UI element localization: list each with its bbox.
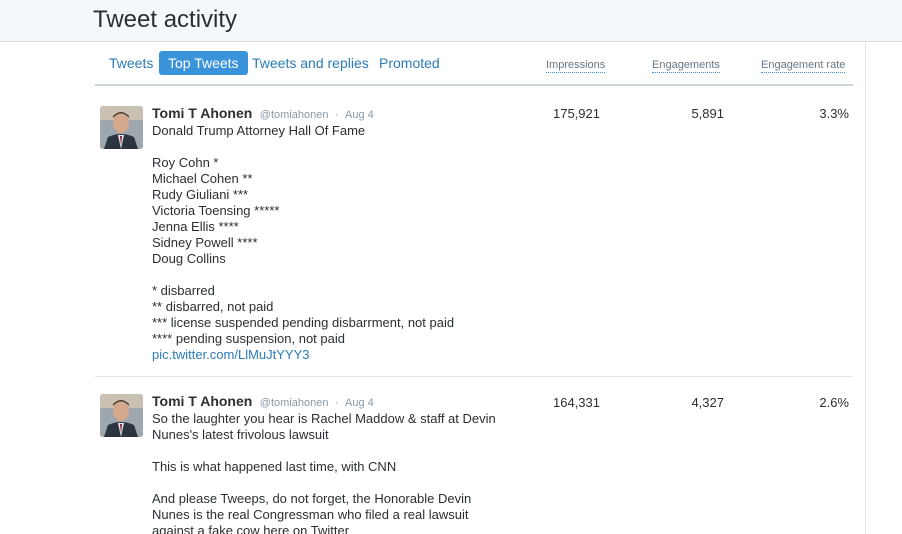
author-handle[interactable]: @tomiahonen (260, 109, 329, 121)
tweet-text-line: This is what happened last time, with CN… (152, 459, 397, 474)
tweets-panel: Tweets Top Tweets Tweets and replies Pro… (95, 42, 866, 534)
engagements-column-header[interactable]: Engagements (652, 59, 720, 73)
tweet-text-line: Rudy Giuliani *** (152, 187, 249, 202)
tweet-text-line: And please Tweeps, do not forget, the Ho… (152, 491, 472, 506)
engagement-rate-column-header[interactable]: Engagement rate (761, 59, 846, 73)
tab-tweets[interactable]: Tweets (109, 51, 153, 75)
author-name[interactable]: Tomi T Ahonen (152, 105, 252, 121)
author-handle[interactable]: @tomiahonen (260, 397, 329, 409)
avatar[interactable] (100, 394, 143, 437)
tweet-text-line (152, 475, 512, 491)
tweet-text-line (152, 443, 512, 459)
tweet-row[interactable]: Tomi T Ahonen @tomiahonen · Aug 4 So the… (95, 376, 853, 534)
tweet-text-line: Victoria Toensing ***** (152, 203, 280, 218)
tweet-text-line: Jenna Ellis **** (152, 219, 239, 234)
tweet-text-line: Michael Cohen ** (152, 171, 253, 186)
tab-promoted[interactable]: Promoted (379, 51, 440, 75)
tweet-text-line: * disbarred (152, 283, 215, 298)
tweet-text-line: ** disbarred, not paid (152, 299, 274, 314)
tweet-text-line: Sidney Powell **** (152, 235, 258, 250)
tweet-text: Donald Trump Attorney Hall Of Fame Roy C… (152, 123, 512, 363)
tweet-text-line: So the laughter you hear is Rachel Maddo… (152, 411, 496, 426)
tweet-text-line: **** pending suspension, not paid (152, 331, 345, 346)
tweet-text: So the laughter you hear is Rachel Maddo… (152, 411, 512, 534)
engagement-rate-value: 2.6% (819, 395, 849, 410)
tweet-date[interactable]: Aug 4 (345, 397, 374, 409)
engagement-rate-value: 3.3% (819, 106, 849, 121)
impressions-column-header[interactable]: Impressions (546, 59, 606, 73)
engagements-value: 5,891 (691, 106, 724, 121)
meta-separator: · (334, 109, 339, 121)
tweet-text-line: Nunes is the real Congressman who filed … (152, 507, 469, 522)
impressions-value: 175,921 (553, 106, 600, 121)
tweet-text-line: Nunes's latest frivolous lawsuit (152, 427, 329, 442)
tab-top-tweets[interactable]: Top Tweets (159, 51, 248, 75)
tweet-text-line: Doug Collins (152, 251, 226, 266)
author-name[interactable]: Tomi T Ahonen (152, 393, 252, 409)
tweet-row[interactable]: Tomi T Ahonen @tomiahonen · Aug 4 Donald… (95, 86, 853, 376)
page-header: Tweet activity (0, 0, 902, 42)
tweet-author: Tomi T Ahonen @tomiahonen · Aug 4 (152, 105, 374, 123)
meta-separator: · (334, 397, 339, 409)
tweet-media-link[interactable]: pic.twitter.com/LlMuJtYYY3 (152, 347, 512, 363)
tweet-text-line: against a fake cow here on Twitter (152, 523, 350, 534)
tweet-text-line: Roy Cohn * (152, 155, 219, 170)
tab-tweets-and-replies[interactable]: Tweets and replies (252, 51, 369, 75)
tweet-text-line: *** license suspended pending disbarrmen… (152, 315, 455, 330)
engagements-value: 4,327 (691, 395, 724, 410)
impressions-value: 164,331 (553, 395, 600, 410)
page-title: Tweet activity (93, 6, 238, 33)
tweet-text-line: Donald Trump Attorney Hall Of Fame (152, 123, 366, 138)
avatar[interactable] (100, 106, 143, 149)
tweet-author: Tomi T Ahonen @tomiahonen · Aug 4 (152, 393, 374, 411)
tweet-text-line (152, 267, 512, 283)
tweet-date[interactable]: Aug 4 (345, 109, 374, 121)
tweet-text-line (152, 139, 512, 155)
